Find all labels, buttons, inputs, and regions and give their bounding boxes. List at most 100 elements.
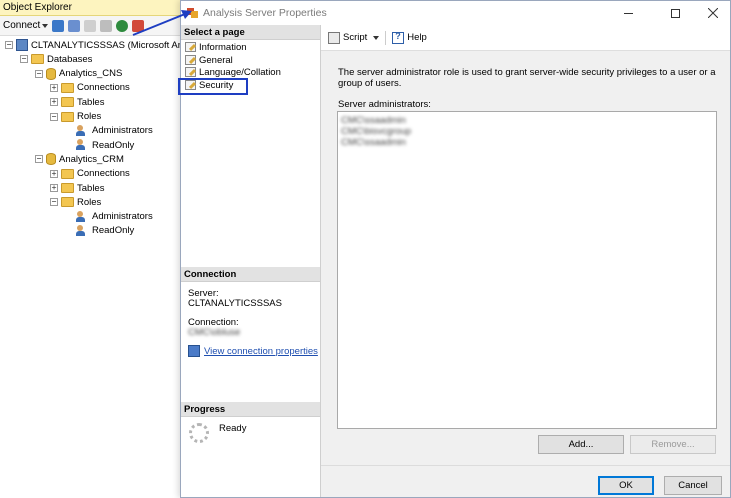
view-connection-properties-link[interactable]: View connection properties bbox=[188, 345, 318, 357]
tree-node-label: ReadOnly bbox=[92, 225, 135, 237]
view-connection-properties-text: View connection properties bbox=[204, 345, 318, 357]
list-item[interactable]: CMC\ssaadmin bbox=[341, 115, 713, 126]
collapse-icon[interactable]: − bbox=[20, 55, 28, 64]
page-item-label: Language/Collation bbox=[199, 67, 281, 79]
filter-icon[interactable] bbox=[100, 19, 113, 32]
database-icon bbox=[46, 153, 56, 166]
script-button[interactable]: Script bbox=[328, 31, 368, 44]
tree-node-label: Administrators bbox=[92, 125, 153, 137]
tree-node[interactable]: + Tables bbox=[50, 95, 104, 109]
tree-node[interactable]: − Databases bbox=[20, 52, 92, 66]
progress-header: Progress bbox=[181, 402, 320, 417]
security-highlight-box bbox=[178, 78, 248, 95]
script-dropdown-chevron-icon[interactable] bbox=[373, 35, 380, 40]
tree-node-label: CLTANALYTICSSSAS (Microsoft Ana bbox=[31, 39, 189, 51]
tree-node[interactable]: − Roles bbox=[50, 110, 101, 124]
connect-button[interactable]: Connect bbox=[3, 20, 49, 31]
cancel-button[interactable]: Cancel bbox=[664, 476, 722, 495]
connect-server-icon[interactable] bbox=[52, 19, 65, 32]
page-item-general[interactable]: General bbox=[185, 54, 233, 67]
folder-icon bbox=[31, 54, 44, 65]
activity-monitor-icon[interactable] bbox=[132, 19, 145, 32]
role-icon bbox=[76, 210, 89, 223]
tree-node-label: Databases bbox=[47, 53, 93, 65]
server-value: CLTANALYTICSSSAS bbox=[188, 298, 282, 309]
refresh-icon[interactable] bbox=[116, 19, 129, 32]
maximize-icon bbox=[670, 8, 680, 18]
maximize-button[interactable] bbox=[658, 1, 692, 25]
tree-node[interactable]: − Analytics_CNS bbox=[35, 67, 122, 81]
analysis-server-properties-dialog: Analysis Server Properties Select a page… bbox=[178, 0, 731, 498]
tree-node[interactable]: − Roles bbox=[50, 195, 101, 209]
database-icon bbox=[46, 67, 56, 80]
tree-node[interactable]: Administrators bbox=[65, 124, 153, 138]
tree-node-label: Analytics_CNS bbox=[59, 68, 123, 80]
tree-node[interactable]: + Connections bbox=[50, 81, 130, 95]
toolbar-divider bbox=[385, 30, 387, 45]
role-icon bbox=[76, 224, 89, 237]
role-icon bbox=[76, 124, 89, 137]
connection-properties-icon bbox=[188, 345, 200, 357]
tree-node-label: Connections bbox=[77, 82, 130, 94]
folder-icon bbox=[61, 97, 74, 108]
role-icon bbox=[76, 139, 89, 151]
folder-icon bbox=[61, 197, 74, 208]
dialog-title: Analysis Server Properties bbox=[203, 7, 327, 19]
connection-value: CMC\obluse bbox=[188, 327, 241, 338]
object-explorer-toolbar: Connect bbox=[0, 16, 200, 36]
progress-spinner-icon bbox=[189, 423, 209, 443]
tree-node[interactable]: Administrators bbox=[65, 210, 153, 224]
collapse-icon[interactable]: − bbox=[5, 41, 13, 49]
page-wrench-icon bbox=[185, 67, 196, 78]
dialog-footer: OK Cancel bbox=[321, 465, 730, 497]
page-item-label: General bbox=[199, 54, 233, 66]
tree-node[interactable]: ReadOnly bbox=[65, 138, 134, 152]
stop-icon[interactable] bbox=[84, 19, 97, 32]
collapse-icon[interactable]: − bbox=[50, 112, 58, 121]
server-icon bbox=[16, 39, 28, 51]
tree-node-label: Connections bbox=[77, 168, 130, 180]
collapse-icon[interactable]: − bbox=[50, 198, 58, 207]
chevron-down-icon bbox=[42, 23, 49, 28]
connection-header: Connection bbox=[181, 267, 320, 282]
select-page-header: Select a page bbox=[181, 25, 320, 40]
page-wrench-icon bbox=[185, 54, 196, 66]
tree-node-label: ReadOnly bbox=[92, 139, 135, 151]
tree-node[interactable]: + Tables bbox=[50, 181, 104, 195]
object-explorer-panel: Object Explorer Connect − CLTANALYTICSSSA… bbox=[0, 0, 200, 498]
tree-node[interactable]: − Analytics_CRM bbox=[35, 152, 124, 166]
connect-label: Connect bbox=[3, 20, 41, 31]
list-item[interactable]: CMC\bisvcgroup bbox=[341, 126, 713, 137]
list-item[interactable]: CMC\ssaadmin bbox=[341, 137, 713, 148]
dialog-titlebar: Analysis Server Properties bbox=[181, 1, 730, 25]
expand-icon[interactable]: + bbox=[50, 98, 58, 107]
close-icon bbox=[708, 8, 718, 18]
collapse-icon[interactable]: − bbox=[35, 155, 43, 164]
security-page-content: Script Help The server administrator rol… bbox=[321, 25, 730, 465]
tree-node[interactable]: ReadOnly bbox=[65, 224, 134, 238]
help-icon bbox=[392, 31, 405, 44]
page-item-information[interactable]: Information bbox=[185, 41, 247, 54]
script-label: Script bbox=[343, 32, 368, 43]
tree-node[interactable]: − CLTANALYTICSSSAS (Microsoft Ana bbox=[5, 38, 188, 52]
select-page-panel: Select a page Information General Language… bbox=[178, 25, 321, 497]
server-administrators-list[interactable]: CMC\ssaadmin CMC\bisvcgroup CMC\ssaadmin bbox=[337, 111, 717, 429]
folder-icon bbox=[61, 82, 74, 93]
minimize-button[interactable] bbox=[611, 1, 645, 25]
help-button[interactable]: Help bbox=[392, 31, 427, 44]
expand-icon[interactable]: + bbox=[50, 184, 58, 192]
object-explorer-title: Object Explorer bbox=[0, 0, 200, 16]
expand-icon[interactable]: + bbox=[50, 83, 58, 92]
security-description: The server administrator role is used to… bbox=[338, 67, 716, 89]
page-item-label: Information bbox=[199, 42, 247, 53]
close-button[interactable] bbox=[696, 1, 730, 25]
tree-node[interactable]: + Connections bbox=[50, 167, 130, 181]
tree-node-label: Roles bbox=[77, 111, 102, 122]
remove-button[interactable]: Remove... bbox=[630, 435, 716, 454]
add-button[interactable]: Add... bbox=[538, 435, 624, 454]
ok-button[interactable]: OK bbox=[598, 476, 654, 495]
expand-icon[interactable]: + bbox=[50, 169, 58, 178]
disconnect-icon[interactable] bbox=[68, 19, 81, 32]
collapse-icon[interactable]: − bbox=[35, 69, 43, 78]
progress-status: Ready bbox=[219, 423, 247, 434]
